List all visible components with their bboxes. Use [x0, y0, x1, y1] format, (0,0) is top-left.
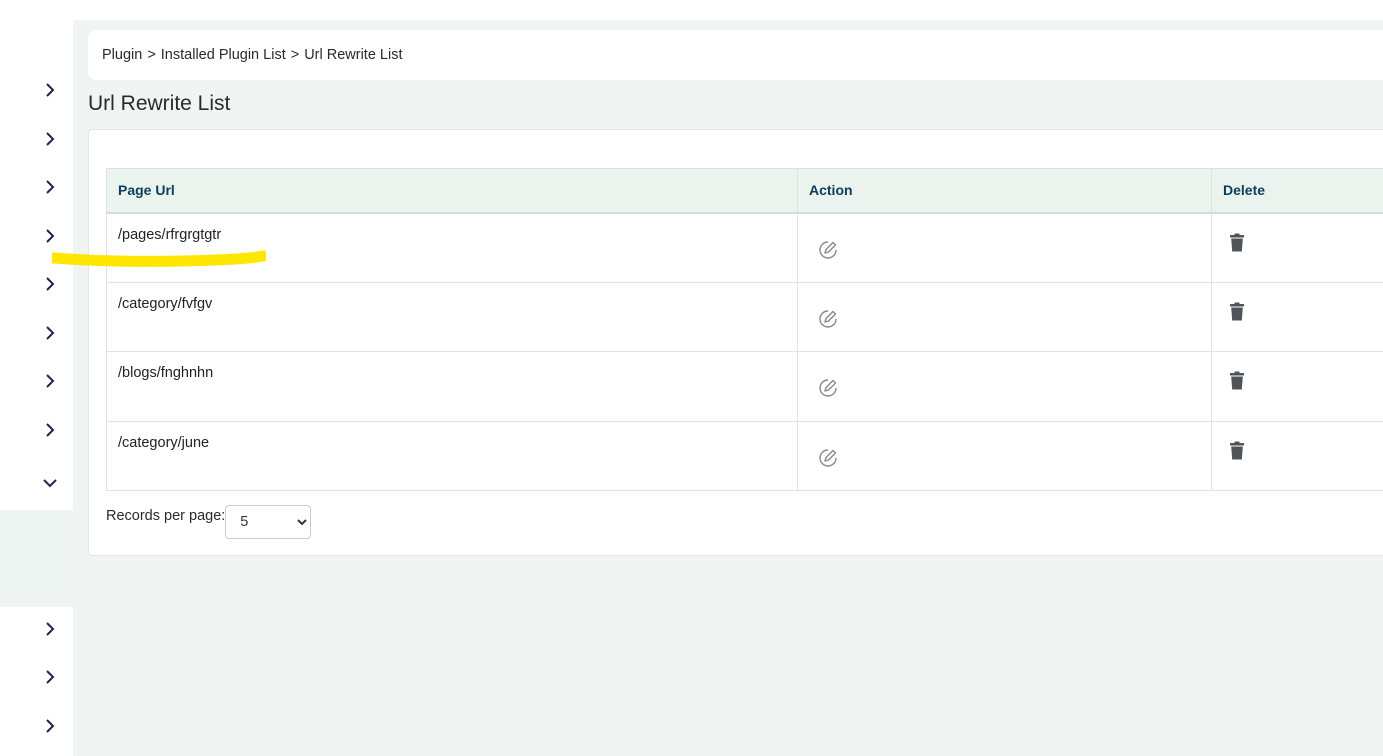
cell-action	[797, 281, 1212, 352]
sidebar-item-1[interactable]	[0, 66, 73, 114]
trash-icon[interactable]	[1229, 233, 1245, 252]
sidebar-item-10[interactable]	[0, 605, 73, 653]
records-per-page-select[interactable]: 5	[225, 505, 312, 539]
sidebar-item-9-expanded[interactable]	[0, 459, 73, 507]
chevron-right-icon	[46, 326, 55, 340]
header-page-url: Page Url	[106, 168, 798, 214]
url-rewrite-table: Page Url Action Delete /pages/rfrgrgtgtr	[106, 168, 1383, 491]
table-row: /pages/rfrgrgtgtr	[106, 212, 1383, 283]
records-per-page-label: Records per page:	[106, 508, 226, 524]
chevron-right-icon	[46, 374, 55, 388]
sidebar	[0, 0, 73, 756]
sidebar-item-2[interactable]	[0, 115, 73, 163]
chevron-right-icon	[46, 132, 55, 146]
edit-icon[interactable]	[818, 309, 838, 329]
cell-action	[797, 420, 1212, 491]
sidebar-item-7[interactable]	[0, 357, 73, 405]
table-row: /category/june	[106, 420, 1383, 491]
trash-icon[interactable]	[1229, 302, 1245, 321]
breadcrumb-separator: >	[290, 47, 300, 63]
highlight-annotation	[52, 250, 266, 267]
table-header-row: Page Url Action Delete	[106, 168, 1383, 214]
cell-delete	[1211, 420, 1383, 491]
sidebar-item-12[interactable]	[0, 702, 73, 750]
chevron-right-icon	[46, 670, 55, 684]
breadcrumb-item-url-rewrite-list: Url Rewrite List	[304, 47, 403, 63]
edit-icon[interactable]	[818, 240, 838, 260]
cell-page-url: /category/june	[106, 420, 798, 491]
cell-delete	[1211, 281, 1383, 352]
url-rewrite-card: Page Url Action Delete /pages/rfrgrgtgtr	[88, 129, 1383, 556]
cell-action	[797, 351, 1212, 422]
sidebar-item-3[interactable]	[0, 163, 73, 211]
chevron-right-icon	[46, 719, 55, 733]
breadcrumb-separator: >	[147, 47, 156, 63]
chevron-right-icon	[46, 622, 55, 636]
chevron-right-icon	[46, 229, 55, 243]
cell-delete	[1211, 212, 1383, 283]
cell-action	[797, 212, 1212, 283]
chevron-right-icon	[46, 83, 55, 97]
breadcrumb-item-installed-plugin-list[interactable]: Installed Plugin List	[161, 47, 286, 63]
header-delete: Delete	[1211, 168, 1383, 214]
cell-delete	[1211, 351, 1383, 422]
edit-icon[interactable]	[818, 448, 838, 468]
trash-icon[interactable]	[1229, 371, 1245, 390]
sidebar-item-8[interactable]	[0, 406, 73, 454]
trash-icon[interactable]	[1229, 441, 1245, 460]
main-content: Plugin > Installed Plugin List > Url Rew…	[73, 20, 1383, 756]
chevron-right-icon	[46, 180, 55, 194]
breadcrumb-item-plugin[interactable]: Plugin	[102, 47, 142, 63]
edit-icon[interactable]	[818, 378, 838, 398]
cell-page-url: /blogs/fnghnhn	[106, 351, 798, 422]
cell-page-url: /category/fvfgv	[106, 281, 798, 352]
chevron-down-icon	[43, 479, 57, 488]
sidebar-item-6[interactable]	[0, 309, 73, 357]
breadcrumb: Plugin > Installed Plugin List > Url Rew…	[88, 30, 1383, 80]
table-row: /category/fvfgv	[106, 281, 1383, 352]
sidebar-item-11[interactable]	[0, 653, 73, 701]
table-row: /blogs/fnghnhn	[106, 351, 1383, 422]
chevron-right-icon	[46, 277, 55, 291]
header-action: Action	[797, 168, 1212, 214]
page-title: Url Rewrite List	[88, 92, 231, 115]
sidebar-submenu	[0, 510, 73, 607]
chevron-right-icon	[46, 423, 55, 437]
records-per-page: Records per page: 5	[106, 505, 312, 539]
